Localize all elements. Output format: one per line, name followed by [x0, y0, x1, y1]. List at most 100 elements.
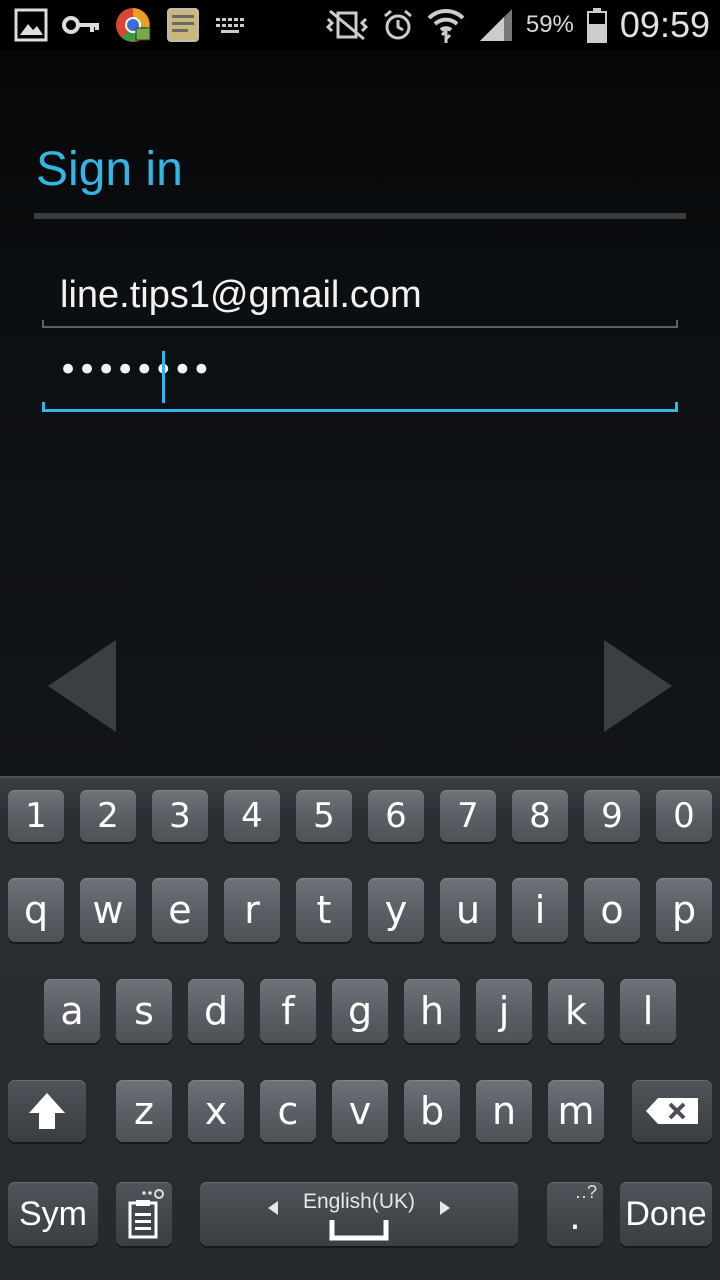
key-label: p	[671, 888, 697, 932]
key-f[interactable]: f	[260, 979, 316, 1043]
status-clock: 09:59	[619, 4, 710, 45]
key-o[interactable]: o	[584, 878, 640, 942]
key-label: v	[348, 1089, 372, 1133]
key-j[interactable]: j	[476, 979, 532, 1043]
key-5[interactable]: 5	[296, 790, 352, 842]
key-u[interactable]: u	[440, 878, 496, 942]
language-next-icon	[440, 1201, 450, 1215]
key-label: a	[60, 989, 84, 1033]
key-label: m	[557, 1089, 595, 1133]
key-label: r	[244, 888, 260, 932]
status-bar: 59% 09:59	[0, 0, 720, 50]
key-h[interactable]: h	[404, 979, 460, 1043]
key-s[interactable]: s	[116, 979, 172, 1043]
key-7[interactable]: 7	[440, 790, 496, 842]
password-value: ••••••••	[58, 350, 211, 390]
key-i[interactable]: i	[512, 878, 568, 942]
next-button[interactable]	[602, 638, 674, 734]
key-label: h	[419, 989, 445, 1033]
shift-key[interactable]	[8, 1080, 86, 1142]
key-label: 7	[457, 796, 479, 836]
key-label: t	[316, 888, 332, 932]
key-z[interactable]: z	[116, 1080, 172, 1142]
key-label: w	[92, 888, 124, 932]
key-c[interactable]: c	[260, 1080, 316, 1142]
key-label: 3	[169, 796, 191, 836]
key-label: u	[455, 888, 481, 932]
key-label: e	[168, 888, 192, 932]
wifi-icon	[426, 5, 466, 45]
key-y[interactable]: y	[368, 878, 424, 942]
previous-button[interactable]	[46, 638, 118, 734]
key-label: 0	[673, 796, 695, 836]
battery-icon	[586, 7, 608, 43]
key-label: s	[134, 989, 154, 1033]
key-p[interactable]: p	[656, 878, 712, 942]
email-field[interactable]: line.tips1@gmail.com	[42, 268, 678, 328]
key-k[interactable]: k	[548, 979, 604, 1043]
done-key[interactable]: Done	[620, 1182, 712, 1246]
key-g[interactable]: g	[332, 979, 388, 1043]
sym-key-label: Sym	[19, 1194, 87, 1233]
key-3[interactable]: 3	[152, 790, 208, 842]
key-label: i	[534, 888, 546, 932]
key-r[interactable]: r	[224, 878, 280, 942]
key-m[interactable]: m	[548, 1080, 604, 1142]
arrow-left-icon	[48, 640, 116, 732]
key-label: c	[277, 1089, 299, 1133]
key-n[interactable]: n	[476, 1080, 532, 1142]
shift-arrow-icon	[29, 1093, 65, 1129]
key-label: 2	[97, 796, 119, 836]
key-label: 4	[241, 796, 263, 836]
key-label: f	[281, 989, 295, 1033]
backspace-key[interactable]	[632, 1080, 712, 1142]
gallery-icon	[14, 8, 48, 42]
key-label: q	[23, 888, 49, 932]
key-b[interactable]: b	[404, 1080, 460, 1142]
title-divider	[34, 213, 686, 219]
keyboard-notification-icon	[214, 15, 246, 35]
done-key-label: Done	[625, 1194, 707, 1233]
key-9[interactable]: 9	[584, 790, 640, 842]
key-label: 1	[25, 796, 47, 836]
sym-key[interactable]: Sym	[8, 1182, 98, 1246]
key-q[interactable]: q	[8, 878, 64, 942]
key-icon	[62, 13, 100, 37]
period-hint: ‥?	[574, 1182, 597, 1202]
key-6[interactable]: 6	[368, 790, 424, 842]
key-v[interactable]: v	[332, 1080, 388, 1142]
key-label: o	[600, 888, 624, 932]
key-label: x	[204, 1089, 228, 1133]
key-1[interactable]: 1	[8, 790, 64, 842]
key-8[interactable]: 8	[512, 790, 568, 842]
key-4[interactable]: 4	[224, 790, 280, 842]
key-w[interactable]: w	[80, 878, 136, 942]
key-label: g	[347, 989, 373, 1033]
page-title: Sign in	[36, 143, 183, 196]
period-key[interactable]: ‥? .	[547, 1182, 603, 1246]
key-2[interactable]: 2	[80, 790, 136, 842]
key-label: 6	[385, 796, 407, 836]
language-label: English(UK)	[302, 1190, 416, 1213]
key-a[interactable]: a	[44, 979, 100, 1043]
signal-icon	[478, 7, 514, 43]
key-x[interactable]: x	[188, 1080, 244, 1142]
clipboard-key[interactable]	[116, 1182, 172, 1246]
key-0[interactable]: 0	[656, 790, 712, 842]
key-l[interactable]: l	[620, 979, 676, 1043]
text-cursor	[162, 351, 165, 403]
password-field[interactable]: ••••••••	[42, 346, 678, 412]
key-label: 5	[313, 796, 335, 836]
key-label: z	[134, 1089, 154, 1133]
alarm-icon	[382, 8, 414, 42]
email-value: line.tips1@gmail.com	[60, 274, 422, 316]
key-e[interactable]: e	[152, 878, 208, 942]
key-label: k	[564, 989, 587, 1033]
onscreen-keyboard: Sym English(UK) ‥? . Done 1 2 3 4 5 6 7 8 9 0 qwe r…	[0, 776, 720, 1280]
backspace-icon	[646, 1098, 698, 1124]
space-key[interactable]: English(UK)	[200, 1182, 518, 1246]
space-bar-icon	[329, 1220, 389, 1241]
key-d[interactable]: d	[188, 979, 244, 1043]
key-t[interactable]: t	[296, 878, 352, 942]
key-label: b	[419, 1089, 445, 1133]
